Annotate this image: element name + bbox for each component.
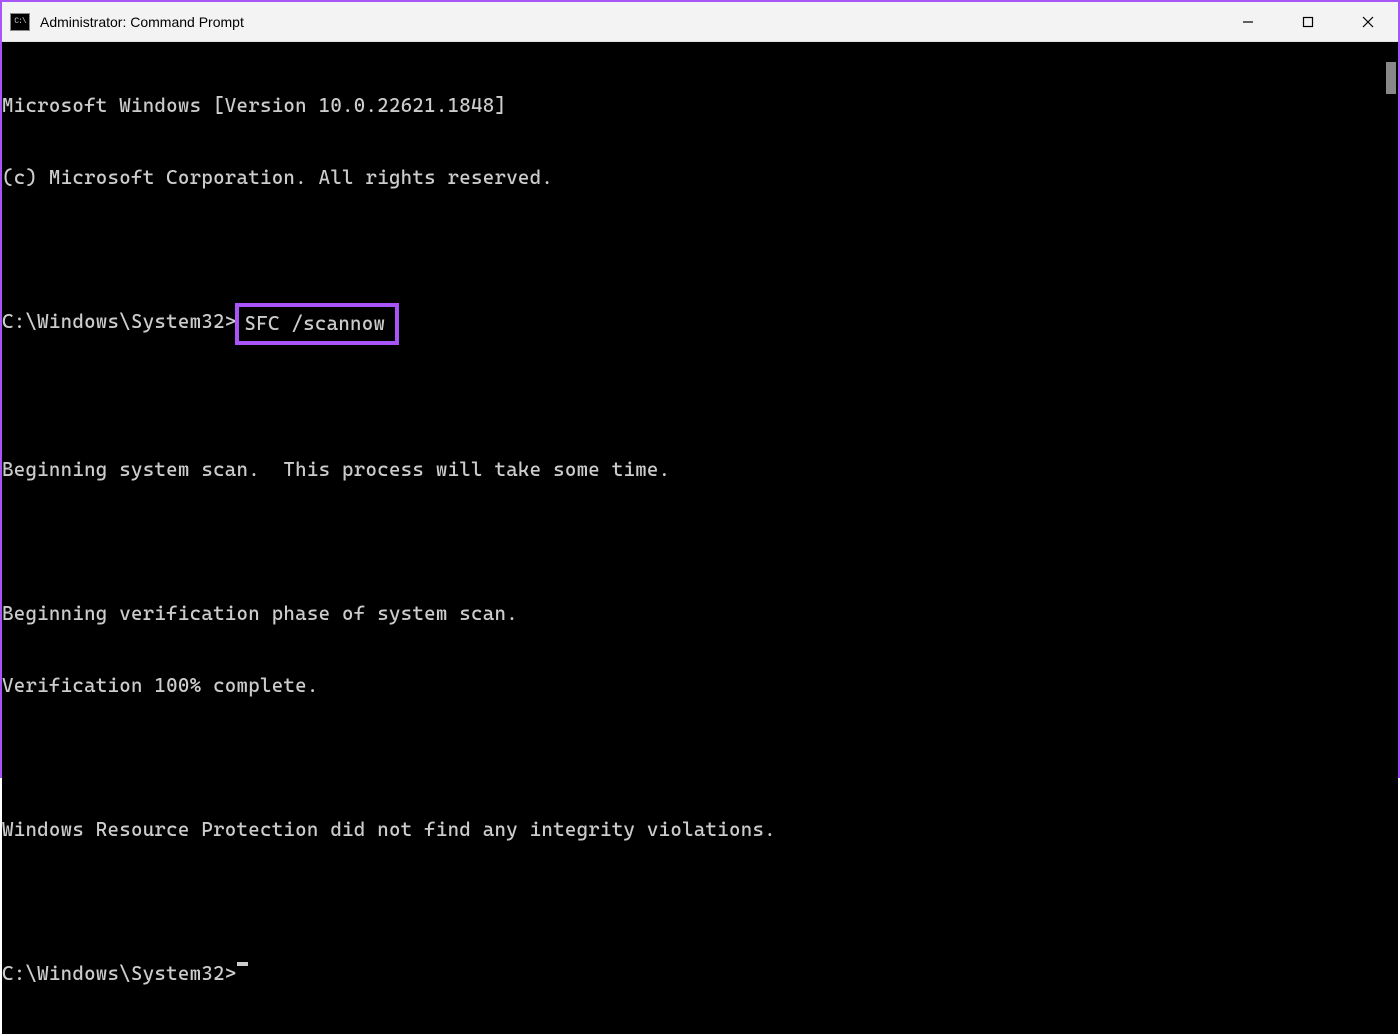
output-line: Beginning system scan. This process will… bbox=[2, 458, 1380, 482]
prompt-line: C:\Windows\System32> SFC /scannow bbox=[2, 310, 1380, 338]
cursor bbox=[237, 962, 248, 966]
output-line: Beginning verification phase of system s… bbox=[2, 602, 1380, 626]
blank-line bbox=[2, 890, 1380, 914]
command-highlight: SFC /scannow bbox=[235, 303, 400, 345]
output-line: Windows Resource Protection did not find… bbox=[2, 818, 1380, 842]
blank-line bbox=[2, 530, 1380, 554]
scrollbar-track[interactable] bbox=[1380, 42, 1398, 1034]
window-title: Administrator: Command Prompt bbox=[40, 14, 1218, 30]
terminal-content[interactable]: Microsoft Windows [Version 10.0.22621.18… bbox=[2, 42, 1380, 1034]
blank-line bbox=[2, 746, 1380, 770]
command-prompt-window: C:\ Administrator: Command Prompt Micros… bbox=[0, 0, 1400, 778]
maximize-button[interactable] bbox=[1278, 2, 1338, 41]
output-line: Microsoft Windows [Version 10.0.22621.18… bbox=[2, 94, 1380, 118]
prompt-path: C:\Windows\System32> bbox=[2, 310, 237, 334]
terminal-body[interactable]: Microsoft Windows [Version 10.0.22621.18… bbox=[2, 42, 1398, 1034]
output-line: Verification 100% complete. bbox=[2, 674, 1380, 698]
prompt-path: C:\Windows\System32> bbox=[2, 962, 237, 986]
window-controls bbox=[1218, 2, 1398, 41]
blank-line bbox=[2, 386, 1380, 410]
minimize-button[interactable] bbox=[1218, 2, 1278, 41]
scrollbar-thumb[interactable] bbox=[1386, 62, 1396, 94]
titlebar[interactable]: C:\ Administrator: Command Prompt bbox=[2, 2, 1398, 42]
prompt-line: C:\Windows\System32> bbox=[2, 962, 1380, 986]
output-line: (c) Microsoft Corporation. All rights re… bbox=[2, 166, 1380, 190]
blank-line bbox=[2, 238, 1380, 262]
close-button[interactable] bbox=[1338, 2, 1398, 41]
command-text: SFC /scannow bbox=[245, 312, 386, 335]
cmd-icon: C:\ bbox=[10, 13, 30, 31]
